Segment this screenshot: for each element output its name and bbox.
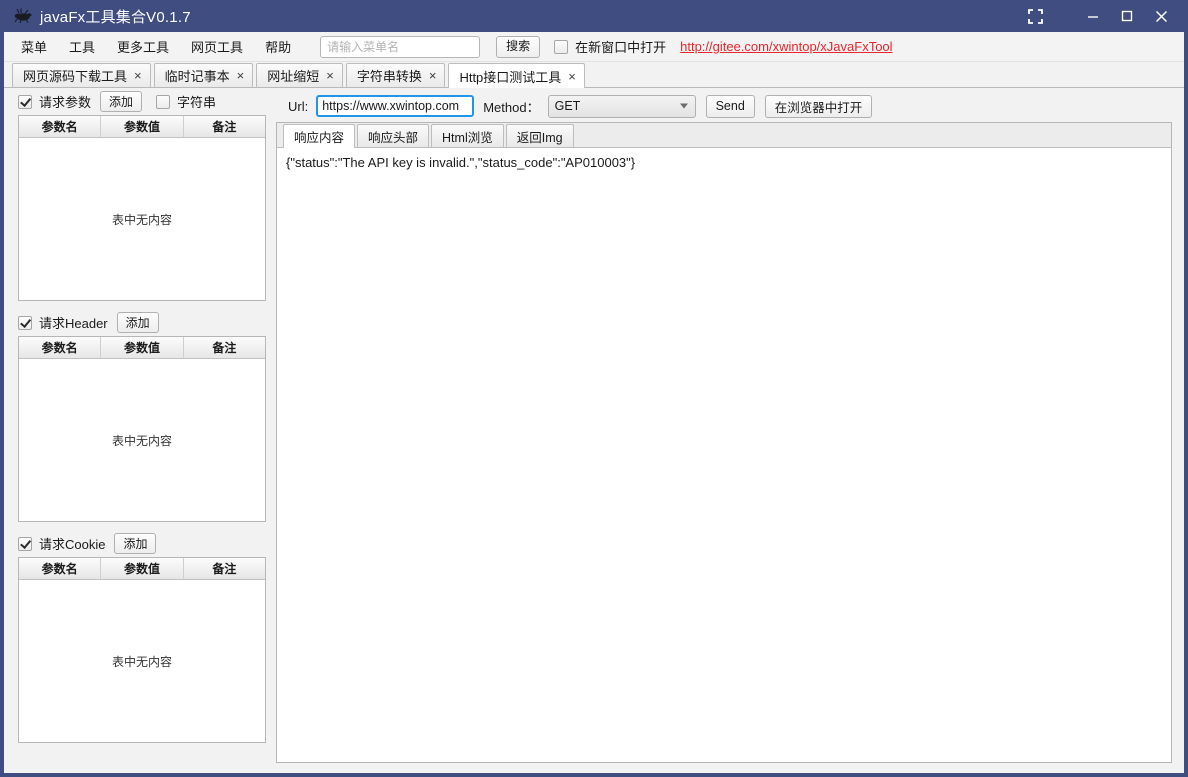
request-cookie-checkbox[interactable]	[18, 536, 32, 551]
request-params-add-button[interactable]: 添加	[100, 91, 143, 112]
tab-close-icon[interactable]: ×	[237, 69, 245, 82]
table-header-row: 参数名 参数值 备注	[19, 116, 265, 138]
response-tab-strip: 响应内容 响应头部 Html浏览 返回Img	[277, 123, 1171, 148]
open-in-new-window-checkbox[interactable]: 在新窗口中打开	[554, 37, 666, 56]
tab-close-icon[interactable]: ×	[134, 69, 142, 82]
column-header-param-name[interactable]: 参数名	[19, 116, 102, 137]
chevron-down-icon	[679, 103, 688, 109]
menu-item-more-tools[interactable]: 更多工具	[106, 33, 180, 60]
request-header-label: 请求Header	[39, 316, 108, 331]
table-body: 表中无内容	[19, 138, 265, 300]
tab-temp-notepad[interactable]: 临时记事本 ×	[153, 63, 254, 87]
response-panel: 响应内容 响应头部 Html浏览 返回Img {"status":"The AP…	[276, 122, 1172, 763]
bug-icon	[12, 6, 34, 26]
tab-close-icon[interactable]: ×	[568, 70, 576, 83]
request-cookie-add-button[interactable]: 添加	[114, 533, 157, 554]
request-params-label: 请求参数	[39, 95, 92, 110]
menu-item-help[interactable]: 帮助	[254, 33, 302, 60]
column-header-remark[interactable]: 备注	[184, 558, 265, 579]
tab-label: 网页源码下载工具	[23, 69, 128, 84]
minimize-icon[interactable]	[1076, 0, 1110, 32]
request-params-header: 请求参数 添加 字符串	[4, 88, 266, 115]
tab-return-img[interactable]: 返回Img	[505, 124, 574, 147]
checkbox-box[interactable]	[554, 39, 569, 54]
response-content-text[interactable]: {"status":"The API key is invalid.","sta…	[277, 148, 1171, 762]
request-params-table[interactable]: 参数名 参数值 备注 表中无内容	[18, 115, 266, 301]
open-in-new-window-label: 在新窗口中打开	[575, 40, 667, 55]
request-header-add-button[interactable]: 添加	[116, 312, 159, 333]
maximize-icon[interactable]	[1110, 0, 1144, 32]
tab-response-content[interactable]: 响应内容	[283, 124, 356, 148]
string-mode-checkbox[interactable]	[156, 94, 171, 109]
table-body: 表中无内容	[19, 580, 265, 742]
main-tab-strip: 网页源码下载工具 × 临时记事本 × 网址缩短 × 字符串转换 × Http接口…	[4, 62, 1184, 88]
menu-item-web-tools[interactable]: 网页工具	[180, 33, 254, 60]
column-header-param-name[interactable]: 参数名	[19, 337, 102, 358]
tab-string-converter[interactable]: 字符串转换 ×	[345, 63, 446, 87]
menu-search-button[interactable]: 搜索	[496, 35, 541, 58]
request-header-checkbox[interactable]	[18, 315, 32, 330]
request-header-header: 请求Header 添加	[4, 309, 266, 336]
tab-response-headers[interactable]: 响应头部	[357, 124, 430, 147]
request-header-table[interactable]: 参数名 参数值 备注 表中无内容	[18, 336, 266, 522]
tab-content-http-api-tester: 请求参数 添加 字符串 参数名 参数值 备注 表中无内容 请求Header 添加…	[4, 88, 1184, 773]
tab-label: 临时记事本	[164, 69, 230, 84]
request-cookie-table[interactable]: 参数名 参数值 备注 表中无内容	[18, 557, 266, 743]
table-header-row: 参数名 参数值 备注	[19, 337, 265, 359]
close-icon[interactable]	[1144, 0, 1178, 32]
url-input[interactable]	[316, 95, 475, 117]
title-bar: javaFx工具集合V0.1.7	[0, 0, 1188, 32]
column-header-remark[interactable]: 备注	[184, 116, 265, 137]
application-window: javaFx工具集合V0.1.7 菜单 工具 更多工具 网页工具 帮助 请输入菜…	[0, 0, 1188, 777]
empty-placeholder: 表中无内容	[111, 212, 172, 227]
empty-placeholder: 表中无内容	[111, 433, 172, 448]
client-area: 菜单 工具 更多工具 网页工具 帮助 搜索 在新窗口中打开 http://git…	[4, 32, 1184, 773]
tab-close-icon[interactable]: ×	[429, 69, 437, 82]
column-header-remark[interactable]: 备注	[184, 337, 265, 358]
window-title: javaFx工具集合V0.1.7	[40, 8, 191, 26]
tab-html-preview[interactable]: Html浏览	[431, 124, 504, 147]
request-response-panel: Url: Method： GET Send 在浏览器中打开 响应内容 响应头部 …	[266, 88, 1184, 773]
method-selected-value: GET	[554, 99, 581, 113]
tab-label: Http接口测试工具	[459, 69, 562, 85]
column-header-param-value[interactable]: 参数值	[101, 116, 184, 137]
request-toolbar: Url: Method： GET Send 在浏览器中打开	[266, 90, 1172, 122]
request-config-panel: 请求参数 添加 字符串 参数名 参数值 备注 表中无内容 请求Header 添加…	[4, 88, 266, 773]
column-header-param-name[interactable]: 参数名	[19, 558, 102, 579]
method-label: Method：	[483, 99, 540, 115]
menu-search-input[interactable]	[320, 35, 481, 58]
tab-http-api-tester[interactable]: Http接口测试工具 ×	[448, 63, 585, 88]
menu-item-tools[interactable]: 工具	[58, 33, 106, 60]
method-select[interactable]: GET	[547, 94, 696, 118]
request-cookie-label: 请求Cookie	[39, 537, 106, 552]
table-body: 表中无内容	[19, 359, 265, 521]
menu-item-menu[interactable]: 菜单	[10, 33, 58, 60]
column-header-param-value[interactable]: 参数值	[101, 558, 184, 579]
tab-label: 字符串转换	[356, 69, 422, 84]
tab-webpage-source-downloader[interactable]: 网页源码下载工具 ×	[12, 63, 151, 87]
tab-label: 网址缩短	[267, 69, 320, 84]
fullscreen-icon[interactable]	[1018, 0, 1052, 32]
empty-placeholder: 表中无内容	[111, 654, 172, 669]
request-params-checkbox[interactable]	[18, 94, 32, 109]
gitee-project-link[interactable]: http://gitee.com/xwintop/xJavaFxTool	[680, 39, 892, 54]
url-label: Url:	[288, 98, 309, 114]
window-controls	[1018, 0, 1188, 32]
request-cookie-header: 请求Cookie 添加	[4, 530, 266, 557]
send-button[interactable]: Send	[705, 94, 755, 118]
string-mode-label: 字符串	[177, 95, 217, 110]
table-header-row: 参数名 参数值 备注	[19, 558, 265, 580]
menu-bar: 菜单 工具 更多工具 网页工具 帮助 搜索 在新窗口中打开 http://git…	[4, 32, 1184, 62]
tab-close-icon[interactable]: ×	[326, 69, 334, 82]
tab-url-shortener[interactable]: 网址缩短 ×	[256, 63, 343, 87]
open-in-browser-button[interactable]: 在浏览器中打开	[764, 94, 873, 118]
column-header-param-value[interactable]: 参数值	[101, 337, 184, 358]
